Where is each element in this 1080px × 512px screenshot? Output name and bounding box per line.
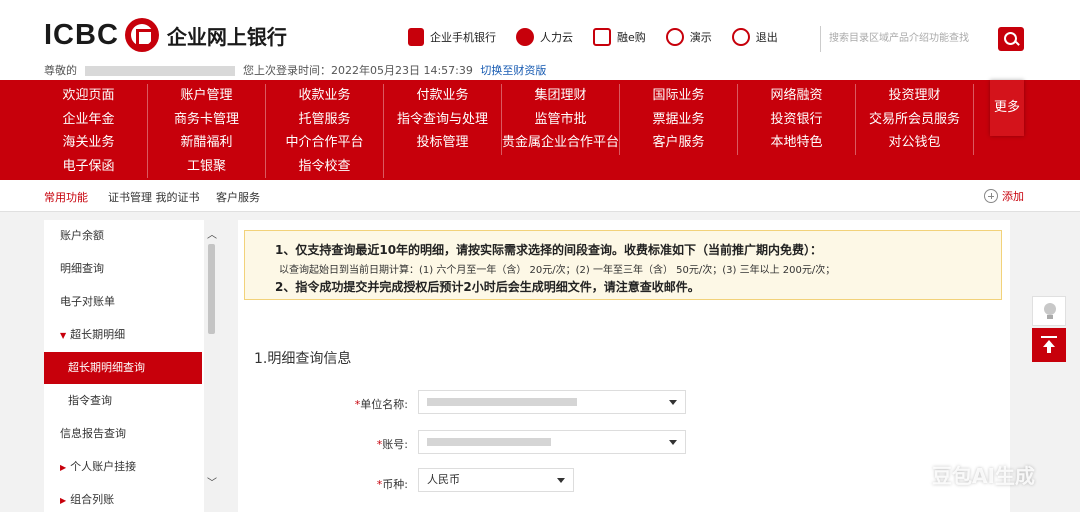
icbc-logo[interactable]: ICBC 企业网上银行 xyxy=(44,18,287,52)
menu-item[interactable]: 国际业务 xyxy=(620,84,738,108)
icbc-emblem-icon xyxy=(124,18,159,52)
account-label: *账号: xyxy=(376,438,408,451)
section-title: 1.明细查询信息 xyxy=(254,351,352,367)
collapse-arrow-icon: ▶ xyxy=(60,463,67,472)
welcome-line: 尊敬的 您上次登录时间：2022年05月23日 14:57:39 切换至财资版 xyxy=(44,62,546,78)
menu-item[interactable]: 集团理财 xyxy=(502,84,620,108)
menu-item[interactable]: 投资理财 xyxy=(856,84,974,108)
power-icon xyxy=(731,28,750,46)
arrow-up-to-top-icon xyxy=(1041,336,1057,354)
unit-name-label: *单位名称: xyxy=(354,398,408,411)
more-menu-button[interactable]: 更多 xyxy=(990,80,1024,136)
top-link-e-buy[interactable]: 融e购 xyxy=(593,28,646,46)
menu-item[interactable]: 工银聚 xyxy=(148,154,266,178)
notice-line-2: 以查询起始日到当前日期计算：(1) 六个月至一年（含） 20元/次；(2) 一年… xyxy=(279,265,836,276)
collapse-arrow-icon: ▶ xyxy=(60,496,67,505)
top-link-demo[interactable]: 演示 xyxy=(665,28,712,46)
menu-item[interactable]: 欢迎页面 xyxy=(30,84,148,108)
sidebar-item-e-statement[interactable]: 电子对账单 xyxy=(44,286,202,318)
sidebar-item-long-term-query[interactable]: 超长期明细查询 xyxy=(44,352,202,384)
last-login-time: 您上次登录时间：2022年05月23日 14:57:39 xyxy=(243,64,473,77)
search-input[interactable]: 搜索目录区域产品介绍功能查找 xyxy=(820,26,996,52)
quick-label: 常用功能 xyxy=(44,191,88,204)
caret-down-icon xyxy=(669,440,677,445)
menu-item[interactable]: 新醋福利 xyxy=(148,131,266,155)
menu-item[interactable]: 指令查询与处理 xyxy=(384,107,502,131)
sidebar-scrollbar[interactable]: ︿ ﹀ xyxy=(204,220,220,512)
notice-line-1: 1、仅支持查询最近10年的明细，请按实际需求选择的间段查询。收费标准如下（当前推… xyxy=(275,243,823,257)
cart-icon xyxy=(593,28,611,46)
blurred-username xyxy=(85,66,235,76)
lightbulb-icon xyxy=(1044,303,1056,319)
notice-line-3: 2、指令成功提交并完成授权后预计2小时后会生成明细文件，请注意查收邮件。 xyxy=(275,280,700,294)
main-menu: 欢迎页面 账户管理 收款业务 付款业务 集团理财 国际业务 网络融资 投资理财 … xyxy=(0,80,1080,180)
menu-item[interactable]: 票据业务 xyxy=(620,107,738,131)
sidebar: 账户余额 明细查询 电子对账单 ▼ 超长期明细 超长期明细查询 指令查询 信息报告… xyxy=(44,220,220,512)
sidebar-item-personal-account[interactable]: ▶ 个人账户挂接 xyxy=(44,451,202,483)
menu-item[interactable]: 客户服务 xyxy=(620,131,738,155)
quick-item-customer-service[interactable]: 客户服务 xyxy=(216,189,260,205)
scrollbar-thumb[interactable] xyxy=(208,244,215,334)
plus-circle-icon xyxy=(984,189,998,203)
search-button[interactable] xyxy=(998,27,1024,51)
caret-down-icon xyxy=(557,478,565,483)
menu-item[interactable]: 商务卡管理 xyxy=(148,107,266,131)
menu-item[interactable]: 海关业务 xyxy=(30,131,148,155)
caret-down-icon xyxy=(669,400,677,405)
top-link-mobile-bank[interactable]: 企业手机银行 xyxy=(408,28,496,46)
sidebar-item-long-term-detail[interactable]: ▼ 超长期明细 xyxy=(44,319,202,351)
blurred-account-number xyxy=(427,438,551,446)
menu-item[interactable]: 本地特色 xyxy=(738,131,856,155)
menu-item[interactable]: 指令校查 xyxy=(266,154,384,178)
chevron-down-icon[interactable]: ﹀ xyxy=(207,474,217,489)
switch-version-link[interactable]: 切换至财资版 xyxy=(480,64,546,77)
sidebar-item-balance[interactable]: 账户余额 xyxy=(44,220,202,252)
demo-icon xyxy=(665,28,684,46)
quick-function-bar: 常用功能 证书管理 我的证书 客户服务 添加 xyxy=(0,180,1080,212)
account-select[interactable] xyxy=(418,430,686,454)
menu-item[interactable]: 中介合作平台 xyxy=(266,131,384,155)
top-header: ICBC 企业网上银行 尊敬的 您上次登录时间：2022年05月23日 14:57… xyxy=(0,0,1080,80)
menu-item[interactable]: 付款业务 xyxy=(384,84,502,108)
menu-item[interactable]: 贵金属企业合作平台 xyxy=(502,131,620,155)
welcome-prefix: 尊敬的 xyxy=(44,64,77,77)
currency-select[interactable]: 人民币 xyxy=(418,468,574,492)
sidebar-item-report-query[interactable]: 信息报告查询 xyxy=(44,418,202,450)
menu-item[interactable]: 交易所会员服务 xyxy=(856,107,974,131)
menu-item[interactable]: 投资银行 xyxy=(738,107,856,131)
logo-text: ICBC xyxy=(44,18,119,51)
blurred-unit-name xyxy=(427,398,577,406)
menu-item[interactable]: 账户管理 xyxy=(148,84,266,108)
quick-item-certificate[interactable]: 证书管理 我的证书 xyxy=(108,189,200,205)
menu-grid: 欢迎页面 账户管理 收款业务 付款业务 集团理财 国际业务 网络融资 投资理财 … xyxy=(30,84,974,178)
unit-name-select[interactable] xyxy=(418,390,686,414)
mobile-bank-icon xyxy=(408,28,424,46)
top-link-logout[interactable]: 退出 xyxy=(731,28,778,46)
expand-arrow-icon: ▼ xyxy=(60,331,67,340)
back-to-top-button[interactable] xyxy=(1032,328,1066,362)
logo-subtitle: 企业网上银行 xyxy=(166,24,287,49)
chevron-up-icon[interactable]: ︿ xyxy=(207,226,217,241)
menu-item[interactable]: 监管市批 xyxy=(502,107,620,131)
menu-item[interactable]: 托管服务 xyxy=(266,107,384,131)
main-content: 1、仅支持查询最近10年的明细，请按实际需求选择的间段查询。收费标准如下（当前推… xyxy=(238,220,1010,512)
cloud-icon xyxy=(516,28,534,46)
menu-item[interactable]: 企业年金 xyxy=(30,107,148,131)
top-link-hr-cloud[interactable]: 人力云 xyxy=(516,28,573,46)
add-quick-function-button[interactable]: 添加 xyxy=(984,188,1024,204)
menu-item[interactable]: 网络融资 xyxy=(738,84,856,108)
currency-label: *币种: xyxy=(376,478,408,491)
notice-box: 1、仅支持查询最近10年的明细，请按实际需求选择的间段查询。收费标准如下（当前推… xyxy=(244,230,1002,300)
sidebar-item-detail-query[interactable]: 明细查询 xyxy=(44,253,202,285)
menu-item[interactable]: 收款业务 xyxy=(266,84,384,108)
top-links: 企业手机银行 人力云 融e购 演示 退出 xyxy=(408,28,798,46)
tips-button[interactable] xyxy=(1032,296,1066,326)
menu-item[interactable]: 电子保函 xyxy=(30,154,148,178)
menu-item[interactable]: 对公钱包 xyxy=(856,131,974,155)
sidebar-item-instruction-query[interactable]: 指令查询 xyxy=(44,385,202,417)
menu-item[interactable]: 投标管理 xyxy=(384,131,502,155)
sidebar-item-combined[interactable]: ▶ 组合列账 xyxy=(44,484,202,512)
watermark: 豆包AI生成 xyxy=(932,464,1035,488)
